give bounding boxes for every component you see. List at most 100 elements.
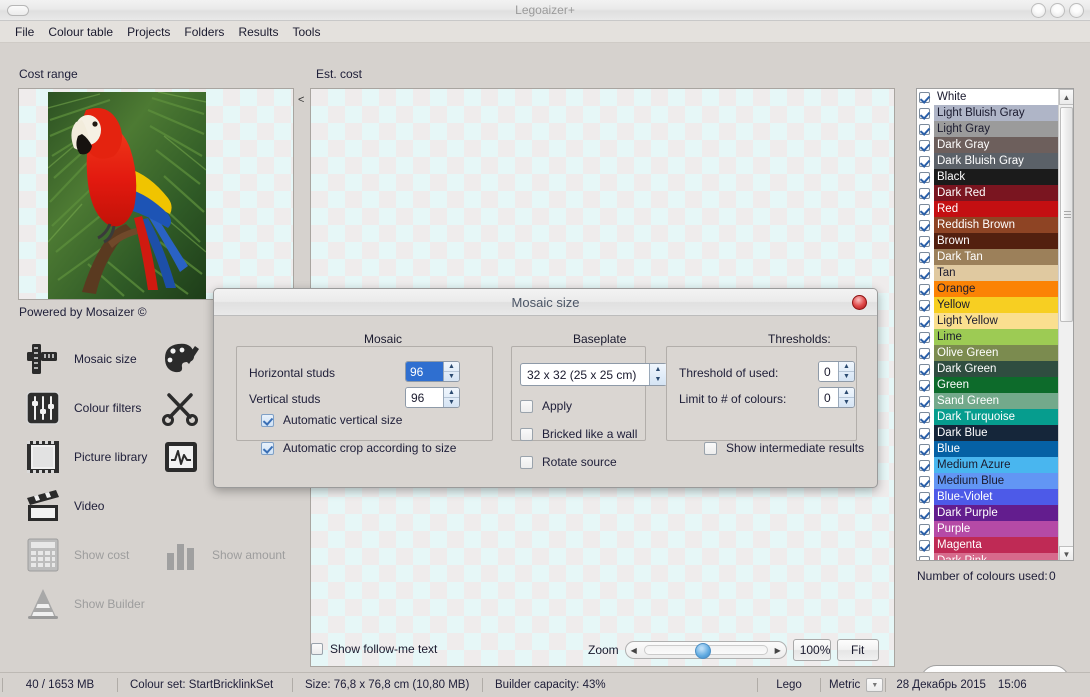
limit-to-colours-value[interactable]: 0 — [819, 388, 838, 407]
spinner-down-icon[interactable]: ▼ — [839, 372, 854, 382]
show-intermediate-results-row[interactable]: Show intermediate results — [704, 441, 864, 455]
automatic-vertical-size-checkbox[interactable] — [261, 413, 274, 427]
mosaic-size-dialog[interactable]: Mosaic size Mosaic size Horizontal studs… — [213, 288, 878, 488]
limit-to-colours-spinner[interactable]: 0 ▲ ▼ — [818, 387, 855, 408]
colour-checkbox[interactable] — [919, 171, 930, 183]
colour-row[interactable]: Reddish Brown — [917, 217, 1059, 233]
show-follow-me-checkbox[interactable] — [311, 643, 323, 655]
colour-checkbox[interactable] — [919, 107, 930, 119]
automatic-crop-checkbox[interactable] — [261, 441, 274, 455]
menu-item-file[interactable]: File — [8, 23, 41, 41]
zoom-slider-thumb[interactable] — [694, 643, 711, 659]
spinner-up-icon[interactable]: ▲ — [444, 362, 459, 372]
colour-row[interactable]: Dark Bluish Gray — [917, 153, 1059, 169]
menu-item-colour-table[interactable]: Colour table — [41, 23, 120, 41]
colour-row[interactable]: Dark Red — [917, 185, 1059, 201]
colour-swatch[interactable]: Red — [934, 201, 1059, 217]
colour-row[interactable]: Dark Gray — [917, 137, 1059, 153]
apply-checkbox[interactable] — [520, 399, 533, 413]
minimize-button[interactable] — [1031, 3, 1046, 18]
automatic-vertical-size-row[interactable]: Automatic vertical size — [261, 413, 402, 427]
colour-checkbox[interactable] — [919, 539, 930, 551]
colour-row[interactable]: Light Bluish Gray — [917, 105, 1059, 121]
colour-swatch[interactable]: Medium Azure — [934, 457, 1059, 473]
colour-swatch[interactable]: Tan — [934, 265, 1059, 281]
colour-swatch[interactable]: Dark Purple — [934, 505, 1059, 521]
colour-row[interactable]: Light Yellow — [917, 313, 1059, 329]
colour-swatch[interactable]: Dark Blue — [934, 425, 1059, 441]
colour-list[interactable]: White Light Bluish Gray Light Gray Dark Gra… — [917, 89, 1059, 560]
tool-palette[interactable] — [160, 338, 212, 380]
colour-checkbox[interactable] — [919, 187, 930, 199]
baseplate-size-arrows[interactable]: ▲ ▼ — [649, 364, 666, 385]
scroll-up-button[interactable]: ▲ — [1059, 89, 1073, 105]
spinner-up-icon[interactable]: ▲ — [650, 364, 666, 375]
colour-swatch[interactable]: Dark Turquoise — [934, 409, 1059, 425]
colour-swatch[interactable]: Black — [934, 169, 1059, 185]
colour-swatch[interactable]: Medium Blue — [934, 473, 1059, 489]
colour-swatch[interactable]: Dark Tan — [934, 249, 1059, 265]
colour-row[interactable]: Dark Purple — [917, 505, 1059, 521]
colour-checkbox[interactable] — [919, 155, 930, 167]
menu-item-tools[interactable]: Tools — [285, 23, 327, 41]
colour-row[interactable]: Light Gray — [917, 121, 1059, 137]
tool-show-amount[interactable]: Show amount — [160, 534, 285, 576]
colour-row[interactable]: Blue — [917, 441, 1059, 457]
zoom-fit-button[interactable]: Fit — [836, 639, 879, 661]
colour-checkbox[interactable] — [919, 299, 930, 311]
horizontal-studs-spinner[interactable]: 96 ▲ ▼ — [405, 361, 460, 382]
menu-item-results[interactable]: Results — [231, 23, 285, 41]
colour-row[interactable]: Olive Green — [917, 345, 1059, 361]
colour-checkbox[interactable] — [919, 123, 930, 135]
bricked-like-a-wall-checkbox[interactable] — [520, 427, 533, 441]
colour-checkbox[interactable] — [919, 395, 930, 407]
limit-colours-arrows[interactable]: ▲ ▼ — [838, 388, 854, 407]
threshold-of-used-spinner[interactable]: 0 ▲ ▼ — [818, 361, 855, 382]
colour-checkbox[interactable] — [919, 315, 930, 327]
baseplate-size-select[interactable]: 32 x 32 (25 x 25 cm) ▲ ▼ — [520, 363, 667, 386]
spinner-down-icon[interactable]: ▼ — [444, 372, 459, 382]
colour-row[interactable]: Dark Tan — [917, 249, 1059, 265]
tool-picture-library[interactable]: Picture library — [22, 436, 147, 478]
colour-swatch[interactable]: Dark Bluish Gray — [934, 153, 1059, 169]
tool-show-builder[interactable]: Show Builder — [22, 583, 145, 625]
automatic-crop-row[interactable]: Automatic crop according to size — [261, 441, 456, 455]
colour-checkbox[interactable] — [919, 203, 930, 215]
colour-checkbox[interactable] — [919, 267, 930, 279]
colour-row[interactable]: Medium Blue — [917, 473, 1059, 489]
maximize-button[interactable] — [1050, 3, 1065, 18]
colour-checkbox[interactable] — [919, 139, 930, 151]
zoom-decrease-icon[interactable]: ◀ — [626, 646, 642, 655]
colour-row[interactable]: Green — [917, 377, 1059, 393]
dialog-titlebar[interactable]: Mosaic size — [214, 289, 877, 316]
show-follow-me-text-row[interactable]: Show follow-me text — [311, 642, 437, 656]
colour-row[interactable]: Magenta — [917, 537, 1059, 553]
colour-swatch[interactable]: Brown — [934, 233, 1059, 249]
source-image-panel[interactable] — [18, 88, 294, 300]
colour-swatch[interactable]: Reddish Brown — [934, 217, 1059, 233]
colour-checkbox[interactable] — [919, 427, 930, 439]
colour-row[interactable]: Purple — [917, 521, 1059, 537]
vertical-studs-arrows[interactable]: ▲ ▼ — [443, 388, 459, 407]
colour-swatch[interactable]: Blue-Violet — [934, 489, 1059, 505]
colour-row[interactable]: Tan — [917, 265, 1059, 281]
colour-swatch[interactable]: Olive Green — [934, 345, 1059, 361]
tool-crop[interactable] — [160, 387, 212, 429]
colour-swatch[interactable]: Sand Green — [934, 393, 1059, 409]
colour-row[interactable]: Yellow — [917, 297, 1059, 313]
menu-item-folders[interactable]: Folders — [177, 23, 231, 41]
colour-checkbox[interactable] — [919, 219, 930, 231]
bricked-like-a-wall-row[interactable]: Bricked like a wall — [520, 427, 637, 441]
colour-row[interactable]: Brown — [917, 233, 1059, 249]
colour-row[interactable]: Lime — [917, 329, 1059, 345]
colour-row[interactable]: Dark Blue — [917, 425, 1059, 441]
colour-checkbox[interactable] — [919, 491, 930, 503]
spinner-down-icon[interactable]: ▼ — [650, 375, 666, 386]
close-icon[interactable] — [852, 295, 867, 310]
threshold-of-used-value[interactable]: 0 — [819, 362, 838, 381]
colour-swatch[interactable]: Magenta — [934, 537, 1059, 553]
colour-checkbox[interactable] — [919, 523, 930, 535]
colour-swatch[interactable]: Green — [934, 377, 1059, 393]
colour-row[interactable]: Orange — [917, 281, 1059, 297]
colour-swatch[interactable]: Dark Red — [934, 185, 1059, 201]
